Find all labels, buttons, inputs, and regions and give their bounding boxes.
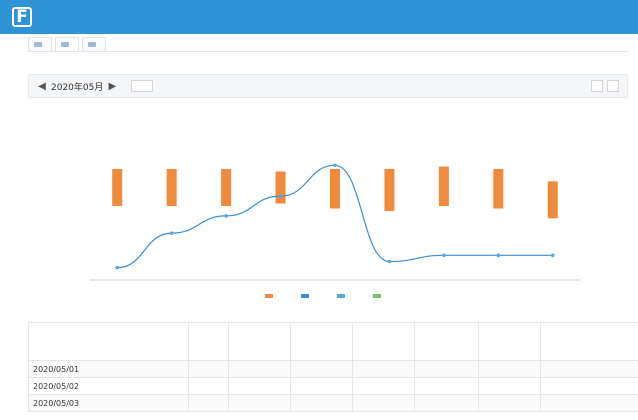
line-point[interactable] — [496, 253, 501, 258]
toolbar-button[interactable] — [131, 80, 154, 92]
table-cell — [228, 377, 291, 395]
line-point[interactable] — [387, 259, 392, 264]
data-table-container: 2020/05/01 2020/05/02 2020/05/03 — [28, 322, 638, 420]
table-cell — [228, 360, 291, 378]
line-point[interactable] — [115, 265, 120, 270]
tab-2[interactable] — [55, 37, 79, 51]
table-row[interactable]: 2020/05/03 — [28, 394, 638, 412]
tool-button-2[interactable] — [607, 80, 619, 92]
table-cell — [188, 394, 229, 412]
range-bar[interactable] — [275, 171, 286, 204]
range-bar[interactable] — [221, 169, 232, 206]
table-cell — [478, 394, 541, 412]
column-header[interactable] — [478, 322, 541, 361]
chart-area — [28, 104, 638, 314]
legend-swatch[interactable] — [265, 294, 273, 298]
column-header[interactable] — [414, 322, 479, 361]
column-header[interactable] — [188, 322, 229, 361]
line-point[interactable] — [333, 163, 337, 168]
app-window: F ◀ 2020年05月 ▶ 2020/05/01 2020/05/02 2020/… — [0, 0, 638, 420]
column-header[interactable] — [28, 322, 189, 361]
tab-1[interactable] — [28, 37, 52, 51]
prev-month-button[interactable]: ◀ — [37, 79, 47, 93]
range-bar[interactable] — [384, 169, 395, 211]
table-header-row — [28, 322, 638, 361]
tab-divider — [28, 51, 628, 52]
line-point[interactable] — [550, 253, 555, 258]
table-cell — [352, 360, 415, 378]
month-label: 2020年05月 — [51, 82, 104, 93]
table-cell — [290, 377, 353, 395]
table-cell — [540, 394, 638, 412]
data-table: 2020/05/01 2020/05/02 2020/05/03 — [28, 322, 638, 412]
line-point[interactable] — [224, 214, 228, 218]
line-point[interactable] — [169, 231, 174, 235]
line-point[interactable] — [278, 194, 283, 198]
table-body: 2020/05/01 2020/05/02 2020/05/03 — [28, 360, 638, 412]
line-point[interactable] — [442, 253, 446, 258]
range-bar[interactable] — [166, 169, 177, 206]
table-cell — [352, 394, 415, 412]
column-header[interactable] — [228, 322, 291, 361]
range-bar[interactable] — [493, 169, 504, 209]
tab-bar — [28, 37, 109, 51]
range-bar[interactable] — [112, 169, 123, 206]
table-cell: 2020/05/02 — [28, 377, 189, 395]
table-cell — [478, 360, 541, 378]
app-logo: F — [12, 7, 32, 27]
legend-swatch[interactable] — [337, 294, 345, 298]
column-header[interactable] — [540, 322, 638, 361]
range-bar[interactable] — [438, 166, 449, 206]
tool-button-1[interactable] — [591, 80, 603, 92]
table-row[interactable]: 2020/05/02 — [28, 377, 638, 395]
table-cell — [290, 394, 353, 412]
table-cell — [188, 360, 229, 378]
column-header[interactable] — [290, 322, 353, 361]
table-cell — [352, 377, 415, 395]
table-cell — [228, 394, 291, 412]
date-toolbar: ◀ 2020年05月 ▶ — [28, 74, 628, 98]
chart-icon — [61, 42, 69, 47]
table-cell — [414, 377, 479, 395]
toolbar-right-tools — [591, 80, 619, 92]
report-icon — [88, 42, 96, 47]
table-cell — [414, 360, 479, 378]
table-row[interactable]: 2020/05/01 — [28, 360, 638, 378]
table-cell — [478, 377, 541, 395]
main-chart — [90, 163, 580, 298]
table-cell — [540, 360, 638, 378]
chart-legend — [265, 294, 381, 298]
range-bar[interactable] — [547, 181, 558, 219]
column-header[interactable] — [352, 322, 415, 361]
legend-swatch[interactable] — [373, 294, 381, 298]
table-cell — [540, 377, 638, 395]
next-month-button[interactable]: ▶ — [107, 79, 117, 93]
table-cell — [188, 377, 229, 395]
table-cell: 2020/05/03 — [28, 394, 189, 412]
list-icon — [34, 42, 42, 47]
table-cell — [414, 394, 479, 412]
legend-swatch[interactable] — [301, 294, 309, 298]
range-bar[interactable] — [330, 169, 340, 209]
table-cell — [290, 360, 353, 378]
app-header: F — [0, 0, 638, 34]
table-cell: 2020/05/01 — [28, 360, 189, 378]
tab-3[interactable] — [82, 37, 106, 51]
